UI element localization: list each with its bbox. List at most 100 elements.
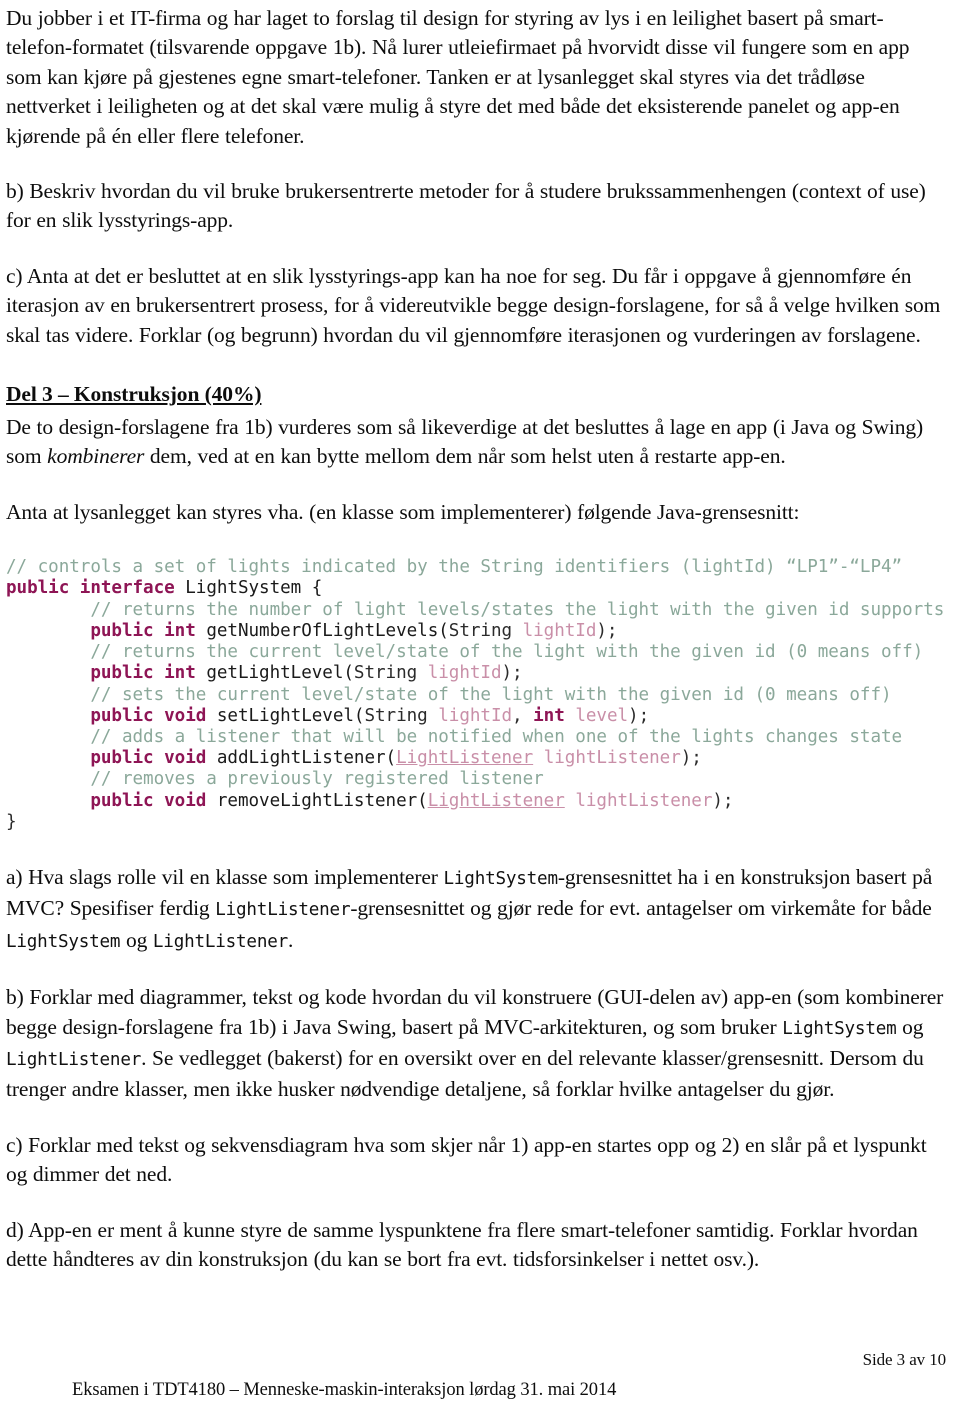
del3-lead-part2: dem, ved at en kan bytte mellom dem når … [144, 444, 786, 469]
inline-code-lightlistener: LightListener [215, 900, 351, 921]
paragraph-intro: Du jobber i et IT-firma og har laget to … [6, 6, 910, 148]
code-line: // controls a set of lights indicated by… [6, 557, 902, 577]
paragraph-task-b-upper: b) Beskriv hvordan du vil bruke brukerse… [6, 179, 926, 233]
code-token-type: String [448, 620, 523, 641]
code-token-type: String [353, 663, 428, 684]
code-token-kw: public void [90, 790, 217, 811]
code-token-punct [565, 791, 576, 811]
code-token-kw: public interface [6, 578, 186, 599]
code-line: public interface LightSystem { [6, 578, 322, 598]
code-line: public void removeLightListener(LightLis… [6, 791, 733, 811]
paragraph-task-b-lower: b) Forklar med diagrammer, tekst og kode… [6, 983, 948, 1105]
code-token-id: LightSystem { [185, 578, 323, 599]
java-interface-code-block: // controls a set of lights indicated by… [6, 557, 948, 833]
paragraph-task-d-lower: d) App-en er ment å kunne styre de samme… [6, 1217, 918, 1271]
code-token-comment: // sets the current level/state of the l… [90, 684, 892, 705]
code-token-comment: // returns the number of light levels/st… [90, 599, 945, 620]
code-token-kw: public void [90, 705, 217, 726]
code-token-param: lightId [427, 663, 502, 684]
paragraph-del3-lead: De to design-forslagene fra 1b) vurderes… [6, 413, 948, 472]
code-token-param: lightListener [575, 790, 713, 811]
page-number-label: Side 3 av 10 [862, 1350, 946, 1369]
code-token-id: setLightLevel( [216, 705, 365, 726]
section-heading-del3: Del 3 – Konstruksjon (40%) [6, 382, 262, 407]
code-line: public void addLightListener(LightListen… [6, 748, 702, 768]
code-token-comment: // controls a set of lights indicated by… [6, 557, 903, 578]
code-token-id: removeLightListener( [216, 790, 428, 811]
code-token-punct: ); [628, 705, 650, 726]
code-token-punct: , [512, 705, 534, 726]
del3-lead-emphasis: kombinerer [47, 444, 145, 469]
footer-exam-label: Eksamen i TDT4180 – Menneske-maskin-inte… [72, 1380, 617, 1400]
code-token-comment: // adds a listener that will be notified… [90, 726, 903, 747]
code-token-comment: // returns the current level/state of th… [90, 642, 924, 663]
code-token-link[interactable]: LightListener [428, 791, 565, 811]
code-line: public void setLightLevel(String lightId… [6, 706, 649, 726]
code-token-punct: ); [680, 748, 702, 769]
code-line: public int getLightLevel(String lightId)… [6, 663, 523, 684]
task-b-text-2: og [896, 1014, 924, 1039]
code-token-comment: // removes a previously registered liste… [90, 769, 544, 790]
code-token-kw: public void [90, 748, 217, 769]
code-token-param: level [575, 705, 629, 726]
inline-code-lightlistener-3: LightListener [6, 1049, 142, 1070]
task-a-text-1: a) Hva slags rolle vil en klasse som imp… [6, 864, 444, 889]
inline-code-lightsystem-3: LightSystem [782, 1018, 897, 1039]
paragraph-task-a-lower: a) Hva slags rolle vil en klasse som imp… [6, 863, 948, 957]
code-token-kw: int [533, 705, 576, 726]
code-token-type: String [364, 705, 439, 726]
code-token-id: getNumberOfLightLevels( [206, 620, 449, 641]
inline-code-lightsystem: LightSystem [443, 868, 559, 889]
code-line: // returns the current level/state of th… [6, 642, 923, 662]
inline-code-lightlistener-2: LightListener [152, 931, 289, 952]
code-token-punct [533, 748, 544, 768]
paragraph-task-c-upper: c) Anta at det er besluttet at en slik l… [6, 263, 941, 347]
code-token-kw: public int [90, 620, 207, 641]
code-token-kw: public int [90, 663, 207, 684]
code-token-punct: ); [712, 790, 734, 811]
code-token-param: lightListener [543, 748, 681, 769]
code-line: // returns the number of light levels/st… [6, 600, 944, 620]
code-token-id: getLightLevel( [206, 663, 354, 684]
task-a-text-4: og [120, 927, 153, 952]
paragraph-del3-interface-intro: Anta at lysanlegget kan styres vha. (en … [6, 499, 800, 524]
task-a-text-5: . [288, 927, 294, 952]
code-line: // sets the current level/state of the l… [6, 684, 892, 705]
code-token-param: lightId [522, 620, 597, 641]
task-a-text-3: -grensesnittet og gjør rede for evt. ant… [350, 896, 932, 921]
code-line: // removes a previously registered liste… [6, 769, 544, 790]
document-page: Du jobber i et IT-firma og har laget to … [0, 0, 960, 1402]
code-line: // adds a listener that will be notified… [6, 727, 902, 747]
code-token-id: addLightListener( [216, 748, 397, 769]
code-line: } [6, 812, 17, 832]
page-footer: Side 3 av 10 Eksamen i TDT4180 – Mennesk… [0, 1322, 960, 1402]
code-token-link[interactable]: LightListener [396, 748, 533, 768]
code-token-punct: ); [596, 620, 618, 641]
inline-code-lightsystem-2: LightSystem [6, 931, 121, 952]
code-line: public int getNumberOfLightLevels(String… [6, 621, 617, 641]
code-token-param: lightId [438, 705, 513, 726]
code-token-punct: ); [501, 663, 523, 684]
code-token-punct: } [6, 811, 17, 832]
task-b-text-3: . Se vedlegget (bakerst) for en oversikt… [6, 1045, 924, 1102]
paragraph-task-c-lower: c) Forklar med tekst og sekvensdiagram h… [6, 1132, 927, 1187]
